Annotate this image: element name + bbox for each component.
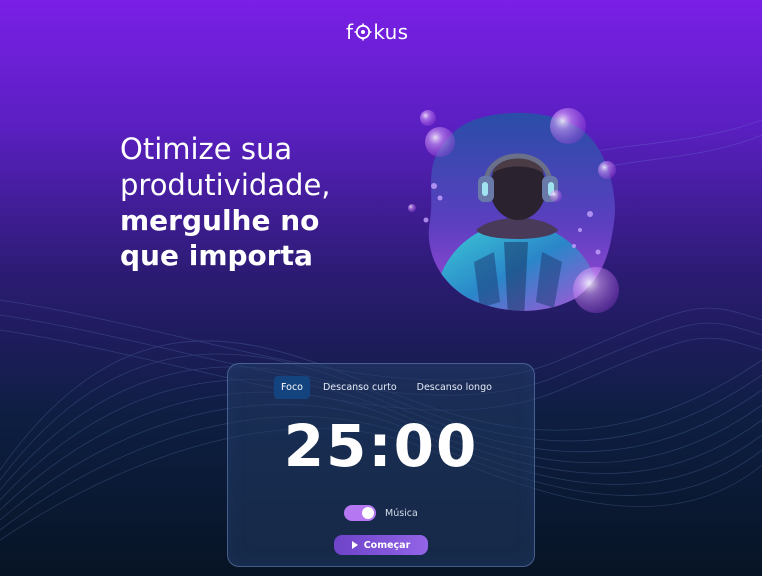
toggle-knob [362, 507, 374, 519]
target-icon [354, 23, 372, 41]
focus-illustration [408, 108, 619, 313]
hero-line-4: que importa [120, 238, 313, 272]
hero-line-2: produtividade, [120, 167, 331, 202]
music-label: Música [385, 507, 418, 519]
music-toggle-row: Música [344, 505, 418, 521]
timer-display: 25:00 [283, 412, 479, 480]
hero-line-1: Otimize sua [120, 132, 293, 166]
hero-heading: Otimize sua produtividade, mergulhe no q… [120, 132, 380, 273]
music-toggle[interactable] [344, 505, 376, 521]
logo-text-end: kus [373, 20, 409, 44]
play-icon [351, 541, 358, 549]
logo-text-start: f [346, 20, 354, 44]
timer-tabs: Foco Descanso curto Descanso longo [274, 376, 499, 399]
tab-descanso-longo[interactable]: Descanso longo [410, 376, 499, 399]
start-button[interactable]: Começar [334, 535, 428, 555]
hero-line-3: mergulhe no [120, 203, 320, 237]
tab-descanso-curto[interactable]: Descanso curto [316, 376, 404, 399]
start-button-label: Começar [363, 539, 411, 551]
fokus-logo[interactable]: f kus [346, 18, 418, 46]
timer-card: Foco Descanso curto Descanso longo 25:00… [227, 363, 535, 567]
tab-foco[interactable]: Foco [274, 376, 310, 399]
